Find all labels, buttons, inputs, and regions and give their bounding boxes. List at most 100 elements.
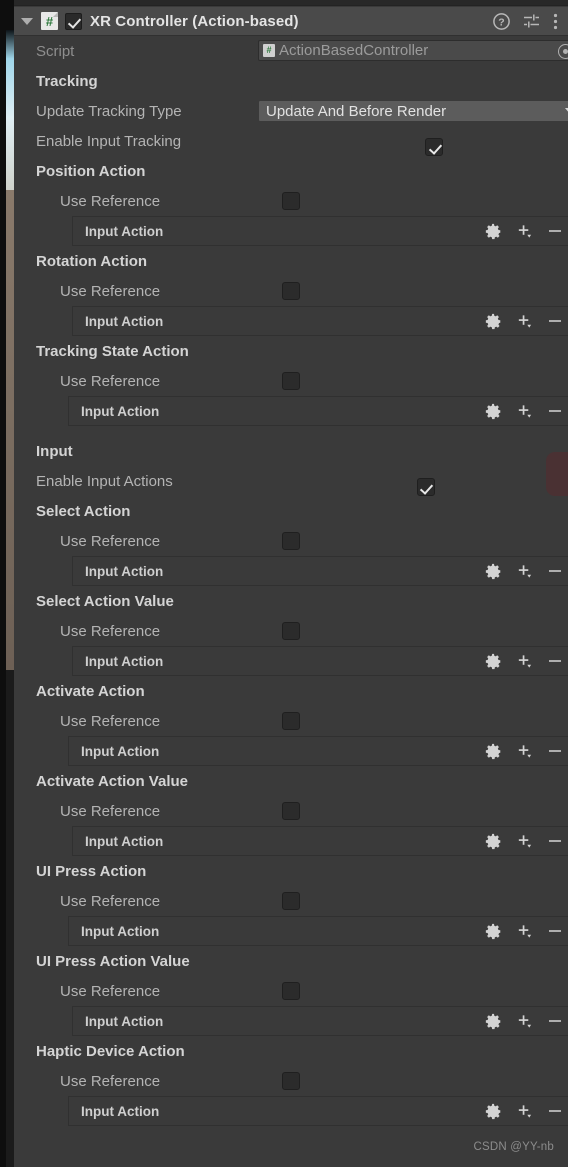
plus-dropdown-icon[interactable]	[516, 1013, 533, 1030]
input-action-field[interactable]: Input Action	[72, 216, 568, 246]
use-reference-checkbox[interactable]	[282, 282, 300, 300]
script-object-field[interactable]: # ActionBasedController	[258, 40, 568, 61]
use-reference-checkbox[interactable]	[282, 982, 300, 1000]
more-menu-icon[interactable]	[553, 13, 558, 30]
minus-icon[interactable]	[547, 653, 563, 669]
preset-icon[interactable]	[523, 13, 540, 29]
minus-icon[interactable]	[547, 833, 563, 849]
gear-icon[interactable]	[485, 743, 502, 760]
enable-input-actions-checkbox[interactable]	[416, 478, 435, 496]
use-reference-label: Use Reference	[60, 622, 161, 640]
component-header[interactable]: # XR Controller (Action-based) ?	[14, 7, 568, 36]
input-action-field[interactable]: Input Action	[68, 736, 568, 766]
tracking-section-header: Tracking	[14, 66, 568, 96]
inspector-body: Script # ActionBasedController Tracking …	[14, 36, 568, 1126]
inspector-panel: # XR Controller (Action-based) ? Script …	[14, 0, 568, 1167]
plus-dropdown-icon[interactable]	[516, 313, 533, 330]
use-reference-label: Use Reference	[60, 802, 161, 820]
input-action-field[interactable]: Input Action	[72, 1006, 568, 1036]
use-reference-checkbox[interactable]	[282, 532, 300, 550]
input-action-field[interactable]: Input Action	[68, 916, 568, 946]
minus-icon[interactable]	[547, 1013, 563, 1029]
action-group-title: Haptic Device Action	[36, 1042, 185, 1060]
enable-input-tracking-label: Enable Input Tracking	[36, 132, 182, 150]
gear-icon[interactable]	[485, 923, 502, 940]
use-reference-checkbox[interactable]	[282, 1072, 300, 1090]
script-object-value: ActionBasedController	[279, 42, 429, 59]
update-tracking-type-row: Update Tracking Type Update And Before R…	[14, 96, 568, 126]
use-reference-checkbox[interactable]	[282, 892, 300, 910]
use-reference-checkbox[interactable]	[282, 192, 300, 210]
use-reference-label: Use Reference	[60, 1072, 161, 1090]
plus-dropdown-icon[interactable]	[516, 833, 533, 850]
input-action-field[interactable]: Input Action	[72, 556, 568, 586]
use-reference-checkbox[interactable]	[282, 712, 300, 730]
minus-icon[interactable]	[547, 223, 563, 239]
input-action-field[interactable]: Input Action	[72, 306, 568, 336]
csharp-script-icon: #	[263, 44, 275, 57]
plus-dropdown-icon[interactable]	[516, 923, 533, 940]
action-group-title: Position Action	[36, 162, 146, 180]
action-group-title-row: Tracking State Action	[14, 336, 568, 366]
minus-icon[interactable]	[547, 563, 563, 579]
use-reference-checkbox[interactable]	[282, 372, 300, 390]
svg-text:?: ?	[498, 16, 504, 28]
action-group-title: Tracking State Action	[36, 342, 189, 360]
use-reference-row: Use Reference	[14, 1066, 568, 1096]
input-action-field[interactable]: Input Action	[72, 826, 568, 856]
gear-icon[interactable]	[485, 563, 502, 580]
input-action-field[interactable]: Input Action	[68, 1096, 568, 1126]
input-action-tools	[485, 557, 563, 585]
csharp-script-icon: #	[41, 12, 58, 30]
use-reference-checkbox[interactable]	[282, 622, 300, 640]
gear-icon[interactable]	[485, 1013, 502, 1030]
gear-icon[interactable]	[485, 1103, 502, 1120]
action-group-title-row: Activate Action Value	[14, 766, 568, 796]
update-tracking-type-dropdown[interactable]: Update And Before Render	[258, 100, 568, 122]
action-group-title-row: UI Press Action	[14, 856, 568, 886]
action-group-title: Rotation Action	[36, 252, 148, 270]
input-action-label: Input Action	[81, 1103, 160, 1119]
script-row: Script # ActionBasedController	[14, 36, 568, 66]
minus-icon[interactable]	[547, 313, 563, 329]
tracking-action-groups: Position Action Use Reference Input Acti…	[14, 156, 568, 426]
input-section-title: Input	[36, 442, 73, 460]
use-reference-row: Use Reference	[14, 276, 568, 306]
object-picker-icon[interactable]	[558, 44, 568, 59]
plus-dropdown-icon[interactable]	[516, 563, 533, 580]
gear-icon[interactable]	[485, 653, 502, 670]
enable-input-tracking-checkbox[interactable]	[425, 138, 444, 156]
triangle-down-icon[interactable]	[20, 14, 34, 28]
plus-dropdown-icon[interactable]	[516, 1103, 533, 1120]
panel-top-strip	[14, 0, 568, 6]
action-group-title: UI Press Action Value	[36, 952, 190, 970]
input-action-field[interactable]: Input Action	[72, 646, 568, 676]
help-icon[interactable]: ?	[493, 12, 510, 30]
enable-input-actions-label: Enable Input Actions	[36, 472, 173, 490]
component-enabled-checkbox[interactable]	[65, 12, 82, 30]
plus-dropdown-icon[interactable]	[516, 403, 533, 420]
use-reference-checkbox[interactable]	[282, 802, 300, 820]
minus-icon[interactable]	[547, 403, 563, 419]
minus-icon[interactable]	[547, 743, 563, 759]
use-reference-label: Use Reference	[60, 532, 161, 550]
minus-icon[interactable]	[547, 1103, 563, 1119]
plus-dropdown-icon[interactable]	[516, 223, 533, 240]
gear-icon[interactable]	[485, 313, 502, 330]
input-action-label: Input Action	[81, 923, 160, 939]
input-action-label: Input Action	[85, 223, 164, 239]
gear-icon[interactable]	[485, 833, 502, 850]
action-group-title: Activate Action	[36, 682, 145, 700]
action-group-title-row: Haptic Device Action	[14, 1036, 568, 1066]
plus-dropdown-icon[interactable]	[516, 743, 533, 760]
gear-icon[interactable]	[485, 223, 502, 240]
enable-input-actions-row: Enable Input Actions	[14, 466, 568, 496]
minus-icon[interactable]	[547, 923, 563, 939]
scene-view-bleed-strip	[0, 0, 14, 1167]
update-tracking-type-value: Update And Before Render	[266, 102, 447, 120]
gear-icon[interactable]	[485, 403, 502, 420]
input-action-field[interactable]: Input Action	[68, 396, 568, 426]
input-action-tools	[485, 1007, 563, 1035]
plus-dropdown-icon[interactable]	[516, 653, 533, 670]
